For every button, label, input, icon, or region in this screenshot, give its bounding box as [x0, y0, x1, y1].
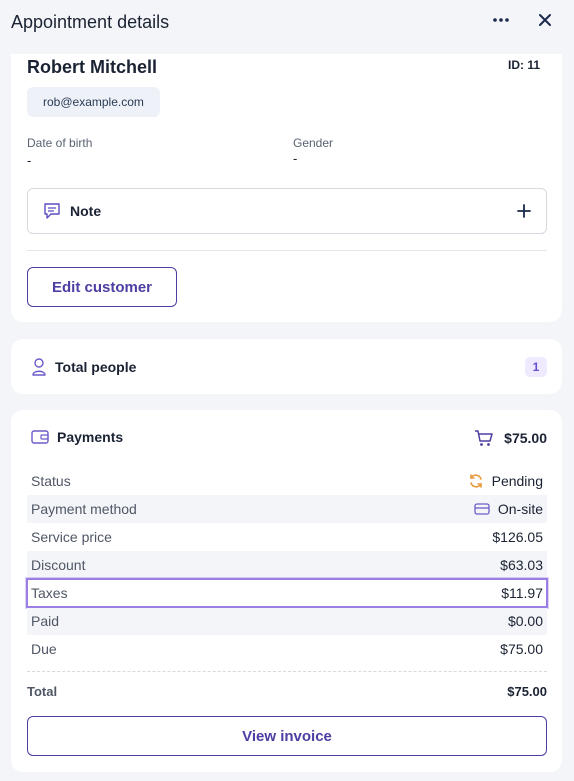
payment-row-service-price: Service price $126.05 — [27, 523, 547, 551]
total-label: Total — [27, 683, 58, 699]
row-value: $75.00 — [500, 641, 543, 657]
dob-value: - — [27, 153, 32, 168]
total-people-label: Total people — [55, 359, 137, 375]
people-row: Total people — [31, 357, 136, 377]
gender-label: Gender — [293, 136, 334, 150]
card-icon — [474, 503, 490, 515]
close-icon — [539, 14, 551, 26]
page-title: Appointment details — [11, 11, 170, 32]
note-section[interactable]: Note — [27, 188, 547, 234]
payment-row-due: Due $75.00 — [27, 635, 547, 663]
total-value: $75.00 — [507, 683, 547, 699]
row-value: $63.03 — [500, 557, 543, 573]
people-count-badge: 1 — [525, 357, 547, 377]
dob-label: Date of birth — [27, 136, 93, 150]
divider — [27, 250, 547, 251]
wallet-icon — [31, 430, 49, 444]
customer-card: Robert Mitchell ID: 11 rob@example.com D… — [11, 54, 562, 322]
panel-header: Appointment details — [0, 0, 574, 44]
payment-row-taxes: Taxes $11.97 — [26, 578, 548, 608]
total-row: Total $75.00 — [27, 680, 547, 702]
row-label: Payment method — [31, 501, 137, 517]
row-value: $11.97 — [501, 585, 543, 601]
row-value: $0.00 — [507, 613, 543, 629]
add-note-icon[interactable] — [516, 203, 532, 219]
close-button[interactable] — [531, 6, 559, 34]
status-value: Pending — [491, 473, 543, 489]
more-options-button[interactable] — [487, 6, 515, 34]
refresh-icon — [469, 474, 482, 488]
note-label: Note — [70, 203, 102, 219]
payments-header: Payments — [31, 429, 123, 445]
payment-row-discount: Discount $63.03 — [27, 551, 547, 579]
row-label: Paid — [31, 613, 60, 629]
payments-amount: $75.00 — [474, 429, 547, 447]
payments-label: Payments — [57, 429, 124, 445]
email-chip[interactable]: rob@example.com — [27, 87, 160, 117]
dashed-divider — [27, 671, 547, 672]
row-label: Due — [31, 641, 57, 657]
payment-row-status: Status Pending — [27, 467, 547, 495]
edit-customer-button[interactable]: Edit customer — [27, 267, 177, 307]
payment-row-paid: Paid $0.00 — [27, 607, 547, 635]
person-icon — [32, 358, 46, 376]
method-value: On-site — [497, 501, 543, 517]
payment-rows: Status Pending Payment method On-site Se… — [26, 467, 548, 663]
payments-card: Payments $75.00 Status Pending Payment m… — [11, 410, 562, 772]
more-horizontal-icon — [493, 18, 509, 22]
row-label: Discount — [31, 557, 86, 573]
cart-icon — [475, 430, 493, 446]
payment-row-method: Payment method On-site — [27, 495, 547, 523]
row-value: $126.05 — [492, 529, 543, 545]
row-label: Status — [31, 473, 71, 489]
gender-value: - — [293, 151, 298, 166]
people-card: Total people 1 — [11, 339, 562, 394]
row-label: Service price — [31, 529, 112, 545]
row-value: On-site — [474, 501, 543, 517]
customer-id: ID: 11 — [507, 58, 540, 72]
row-label: Taxes — [31, 585, 68, 601]
payments-amount-value: $75.00 — [504, 430, 547, 446]
row-value: Pending — [468, 473, 543, 489]
view-invoice-button[interactable]: View invoice — [27, 716, 547, 756]
customer-name: Robert Mitchell — [27, 57, 158, 77]
note-icon — [44, 203, 60, 219]
